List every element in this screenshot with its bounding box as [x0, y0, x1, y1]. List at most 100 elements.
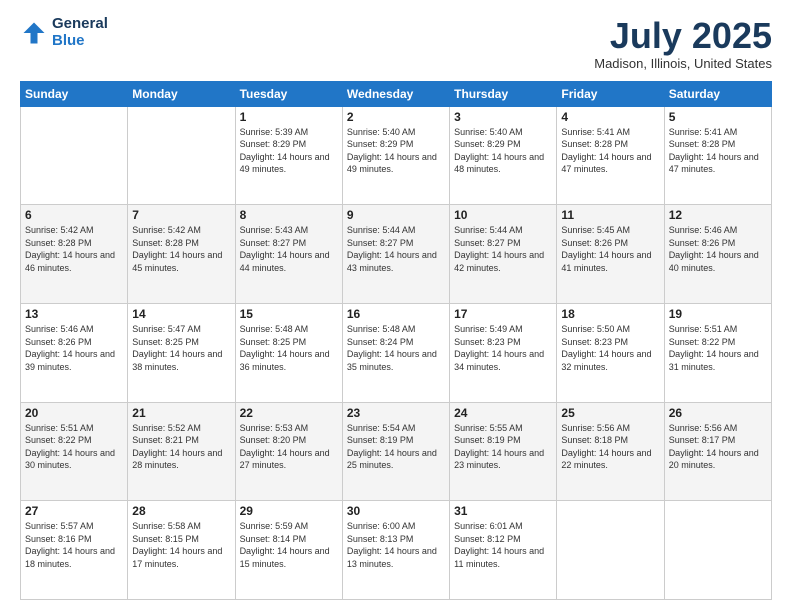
- calendar-cell: 31 Sunrise: 6:01 AM Sunset: 8:12 PM Dayli…: [450, 501, 557, 600]
- calendar-cell: 30 Sunrise: 6:00 AM Sunset: 8:13 PM Dayli…: [342, 501, 449, 600]
- day-number: 19: [669, 307, 767, 321]
- day-info: Sunrise: 5:55 AM Sunset: 8:19 PM Dayligh…: [454, 422, 552, 472]
- calendar-cell: 13 Sunrise: 5:46 AM Sunset: 8:26 PM Dayli…: [21, 303, 128, 402]
- page: General Blue July 2025 Madison, Illinois…: [0, 0, 792, 612]
- calendar-cell: 18Sunrise: 5:50 AM Sunset: 8:23 PM Dayli…: [557, 303, 664, 402]
- day-info: Sunrise: 5:52 AM Sunset: 8:21 PM Dayligh…: [132, 422, 230, 472]
- calendar-cell: 16 Sunrise: 5:48 AM Sunset: 8:24 PM Dayli…: [342, 303, 449, 402]
- day-number: 6: [25, 208, 123, 222]
- calendar-cell: 23 Sunrise: 5:54 AM Sunset: 8:19 PM Dayli…: [342, 402, 449, 501]
- day-info: Sunrise: 5:42 AM Sunset: 8:28 PM Dayligh…: [132, 224, 230, 274]
- title-block: July 2025 Madison, Illinois, United Stat…: [594, 16, 772, 71]
- calendar-week-3: 13 Sunrise: 5:46 AM Sunset: 8:26 PM Dayli…: [21, 303, 772, 402]
- day-info: Sunrise: 5:46 AM Sunset: 8:26 PM Dayligh…: [25, 323, 123, 373]
- calendar-week-4: 20 Sunrise: 5:51 AM Sunset: 8:22 PM Dayli…: [21, 402, 772, 501]
- calendar-cell: 27 Sunrise: 5:57 AM Sunset: 8:16 PM Dayli…: [21, 501, 128, 600]
- calendar-header-row: SundayMondayTuesdayWednesdayThursdayFrid…: [21, 81, 772, 106]
- calendar-cell: 29 Sunrise: 5:59 AM Sunset: 8:14 PM Dayli…: [235, 501, 342, 600]
- day-info: Sunrise: 5:51 AM Sunset: 8:22 PM Dayligh…: [25, 422, 123, 472]
- day-info: Sunrise: 5:44 AM Sunset: 8:27 PM Dayligh…: [347, 224, 445, 274]
- calendar-cell: 10 Sunrise: 5:44 AM Sunset: 8:27 PM Dayli…: [450, 205, 557, 304]
- location: Madison, Illinois, United States: [594, 56, 772, 71]
- day-info: Sunrise: 6:00 AM Sunset: 8:13 PM Dayligh…: [347, 520, 445, 570]
- day-info: Sunrise: 5:40 AM Sunset: 8:29 PM Dayligh…: [454, 126, 552, 176]
- calendar-cell: 12Sunrise: 5:46 AM Sunset: 8:26 PM Dayli…: [664, 205, 771, 304]
- calendar: SundayMondayTuesdayWednesdayThursdayFrid…: [20, 81, 772, 600]
- day-info: Sunrise: 5:56 AM Sunset: 8:18 PM Dayligh…: [561, 422, 659, 472]
- day-number: 16: [347, 307, 445, 321]
- month-title: July 2025: [594, 16, 772, 56]
- day-info: Sunrise: 5:41 AM Sunset: 8:28 PM Dayligh…: [561, 126, 659, 176]
- calendar-week-2: 6 Sunrise: 5:42 AM Sunset: 8:28 PM Daylig…: [21, 205, 772, 304]
- day-number: 14: [132, 307, 230, 321]
- calendar-header-monday: Monday: [128, 81, 235, 106]
- calendar-cell: 17 Sunrise: 5:49 AM Sunset: 8:23 PM Dayli…: [450, 303, 557, 402]
- day-info: Sunrise: 5:49 AM Sunset: 8:23 PM Dayligh…: [454, 323, 552, 373]
- day-number: 25: [561, 406, 659, 420]
- calendar-cell: 24 Sunrise: 5:55 AM Sunset: 8:19 PM Dayli…: [450, 402, 557, 501]
- calendar-cell: [21, 106, 128, 205]
- day-info: Sunrise: 5:47 AM Sunset: 8:25 PM Dayligh…: [132, 323, 230, 373]
- calendar-cell: 20 Sunrise: 5:51 AM Sunset: 8:22 PM Dayli…: [21, 402, 128, 501]
- calendar-cell: 4 Sunrise: 5:41 AM Sunset: 8:28 PM Daylig…: [557, 106, 664, 205]
- calendar-cell: [664, 501, 771, 600]
- calendar-cell: 22 Sunrise: 5:53 AM Sunset: 8:20 PM Dayli…: [235, 402, 342, 501]
- day-number: 3: [454, 110, 552, 124]
- calendar-cell: 15Sunrise: 5:48 AM Sunset: 8:25 PM Dayli…: [235, 303, 342, 402]
- day-number: 22: [240, 406, 338, 420]
- calendar-cell: 8Sunrise: 5:43 AM Sunset: 8:27 PM Daylig…: [235, 205, 342, 304]
- calendar-header-tuesday: Tuesday: [235, 81, 342, 106]
- day-number: 26: [669, 406, 767, 420]
- day-number: 24: [454, 406, 552, 420]
- calendar-header-thursday: Thursday: [450, 81, 557, 106]
- day-info: Sunrise: 5:53 AM Sunset: 8:20 PM Dayligh…: [240, 422, 338, 472]
- calendar-cell: 2Sunrise: 5:40 AM Sunset: 8:29 PM Daylig…: [342, 106, 449, 205]
- day-number: 30: [347, 504, 445, 518]
- logo: General Blue: [20, 16, 108, 49]
- day-info: Sunrise: 5:44 AM Sunset: 8:27 PM Dayligh…: [454, 224, 552, 274]
- day-info: Sunrise: 5:40 AM Sunset: 8:29 PM Dayligh…: [347, 126, 445, 176]
- day-info: Sunrise: 5:57 AM Sunset: 8:16 PM Dayligh…: [25, 520, 123, 570]
- day-number: 18: [561, 307, 659, 321]
- day-number: 29: [240, 504, 338, 518]
- calendar-cell: 11 Sunrise: 5:45 AM Sunset: 8:26 PM Dayli…: [557, 205, 664, 304]
- logo-blue: Blue: [52, 32, 85, 49]
- calendar-cell: 19 Sunrise: 5:51 AM Sunset: 8:22 PM Dayli…: [664, 303, 771, 402]
- day-number: 9: [347, 208, 445, 222]
- day-number: 17: [454, 307, 552, 321]
- day-info: Sunrise: 5:54 AM Sunset: 8:19 PM Dayligh…: [347, 422, 445, 472]
- day-info: Sunrise: 5:48 AM Sunset: 8:24 PM Dayligh…: [347, 323, 445, 373]
- day-number: 20: [25, 406, 123, 420]
- day-info: Sunrise: 5:58 AM Sunset: 8:15 PM Dayligh…: [132, 520, 230, 570]
- calendar-cell: 14 Sunrise: 5:47 AM Sunset: 8:25 PM Dayli…: [128, 303, 235, 402]
- day-number: 31: [454, 504, 552, 518]
- day-number: 11: [561, 208, 659, 222]
- day-info: Sunrise: 5:45 AM Sunset: 8:26 PM Dayligh…: [561, 224, 659, 274]
- day-info: Sunrise: 6:01 AM Sunset: 8:12 PM Dayligh…: [454, 520, 552, 570]
- day-info: Sunrise: 5:51 AM Sunset: 8:22 PM Dayligh…: [669, 323, 767, 373]
- day-info: Sunrise: 5:39 AM Sunset: 8:29 PM Dayligh…: [240, 126, 338, 176]
- day-number: 27: [25, 504, 123, 518]
- calendar-cell: 1 Sunrise: 5:39 AM Sunset: 8:29 PM Daylig…: [235, 106, 342, 205]
- header: General Blue July 2025 Madison, Illinois…: [20, 16, 772, 71]
- day-info: Sunrise: 5:59 AM Sunset: 8:14 PM Dayligh…: [240, 520, 338, 570]
- day-number: 4: [561, 110, 659, 124]
- day-number: 13: [25, 307, 123, 321]
- day-number: 7: [132, 208, 230, 222]
- calendar-header-saturday: Saturday: [664, 81, 771, 106]
- day-number: 28: [132, 504, 230, 518]
- day-number: 1: [240, 110, 338, 124]
- calendar-week-1: 1 Sunrise: 5:39 AM Sunset: 8:29 PM Daylig…: [21, 106, 772, 205]
- day-number: 21: [132, 406, 230, 420]
- logo-text: General Blue: [52, 16, 108, 49]
- day-number: 10: [454, 208, 552, 222]
- calendar-cell: 3 Sunrise: 5:40 AM Sunset: 8:29 PM Daylig…: [450, 106, 557, 205]
- calendar-cell: 26Sunrise: 5:56 AM Sunset: 8:17 PM Dayli…: [664, 402, 771, 501]
- calendar-cell: [128, 106, 235, 205]
- day-info: Sunrise: 5:42 AM Sunset: 8:28 PM Dayligh…: [25, 224, 123, 274]
- calendar-cell: 5Sunrise: 5:41 AM Sunset: 8:28 PM Daylig…: [664, 106, 771, 205]
- logo-icon: [20, 19, 48, 47]
- day-number: 23: [347, 406, 445, 420]
- day-number: 12: [669, 208, 767, 222]
- calendar-cell: 21 Sunrise: 5:52 AM Sunset: 8:21 PM Dayli…: [128, 402, 235, 501]
